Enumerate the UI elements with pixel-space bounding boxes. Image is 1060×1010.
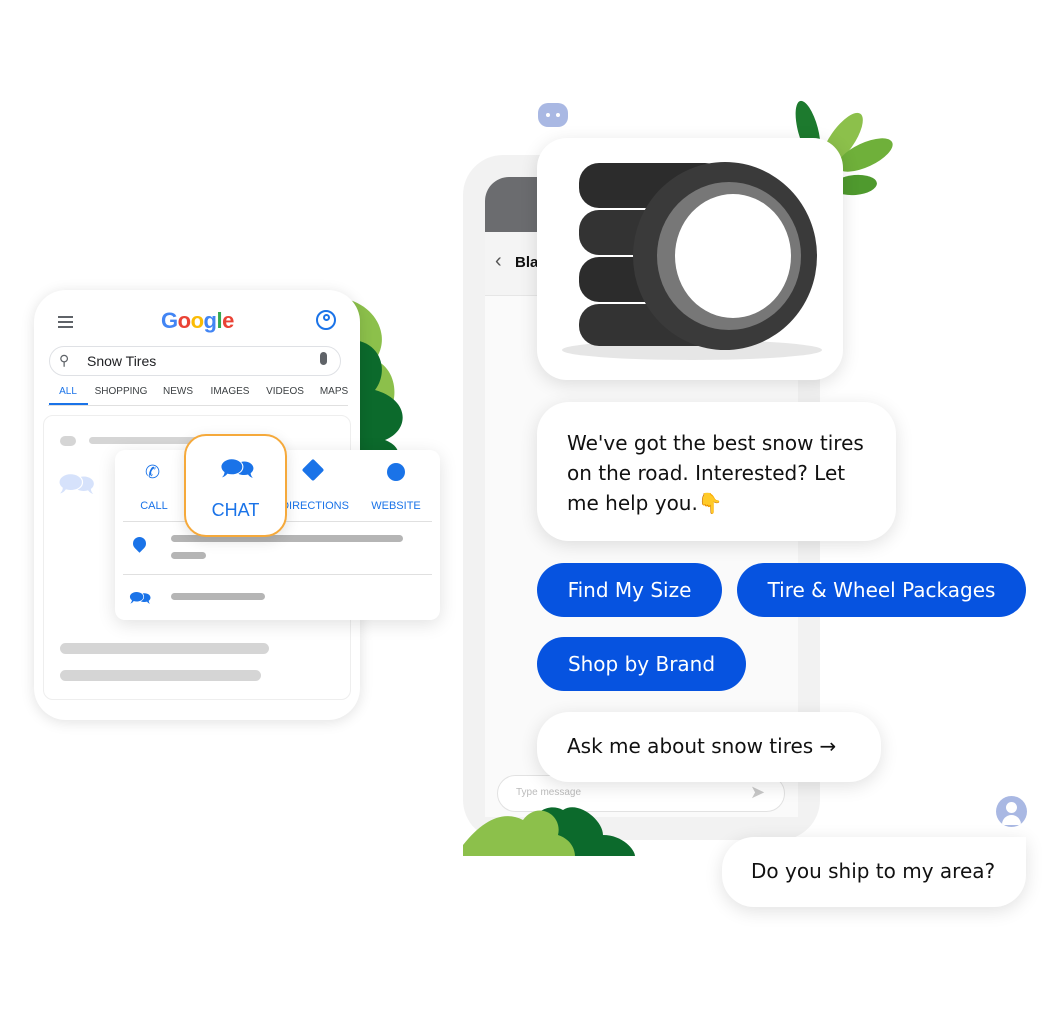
user-avatar-icon <box>996 796 1027 827</box>
google-logo: Google <box>161 308 234 333</box>
back-icon[interactable]: ‹ <box>495 250 502 273</box>
tab-images[interactable]: IMAGES <box>211 386 250 397</box>
tab-videos[interactable]: VIDEOS <box>266 386 304 397</box>
search-icon: ⚲ <box>59 352 70 368</box>
user-message: Do you ship to my area? <box>722 837 1026 907</box>
hamburger-menu-icon[interactable] <box>58 316 73 328</box>
directions-button[interactable]: DIRECTIONS <box>281 500 349 512</box>
account-icon[interactable] <box>316 310 336 330</box>
search-input[interactable]: ⚲ Snow Tires <box>49 346 341 376</box>
phone-icon: ✆ <box>145 462 161 482</box>
suggestion-bubble[interactable]: Ask me about snow tires → <box>537 712 881 782</box>
tabs-divider <box>48 405 348 406</box>
chat-icon-faded: 🗪 <box>58 468 96 501</box>
globe-icon <box>387 463 405 481</box>
shop-by-brand-button[interactable]: Shop by Brand <box>537 637 746 691</box>
tab-maps[interactable]: MAPS <box>320 386 348 397</box>
tire-image-card <box>537 138 843 380</box>
find-my-size-button[interactable]: Find My Size <box>537 563 722 617</box>
plant-bottom-illustration <box>463 807 635 856</box>
send-icon[interactable]: ➤ <box>750 782 765 803</box>
location-pin-icon <box>130 534 149 553</box>
snow-tires-image <box>562 162 822 360</box>
tab-shopping[interactable]: SHOPPING <box>95 386 148 397</box>
chat-header-title: Bla <box>515 254 539 271</box>
website-button[interactable]: WEBSITE <box>371 500 421 512</box>
directions-icon <box>301 458 325 482</box>
bot-avatar-icon <box>538 103 568 127</box>
message-icon: 🗪 <box>129 588 152 608</box>
bot-message: We've got the best snow tires on the roa… <box>537 402 896 541</box>
chat-button[interactable]: 🗪 CHAT <box>184 434 287 537</box>
call-button[interactable]: CALL <box>140 500 168 512</box>
microphone-icon[interactable] <box>320 352 327 365</box>
tab-all[interactable]: ALL <box>59 386 77 397</box>
tab-news[interactable]: NEWS <box>163 386 193 397</box>
tire-wheel-packages-button[interactable]: Tire & Wheel Packages <box>737 563 1026 617</box>
search-value: Snow Tires <box>87 353 157 369</box>
chat-icon: 🗪 <box>220 453 255 484</box>
